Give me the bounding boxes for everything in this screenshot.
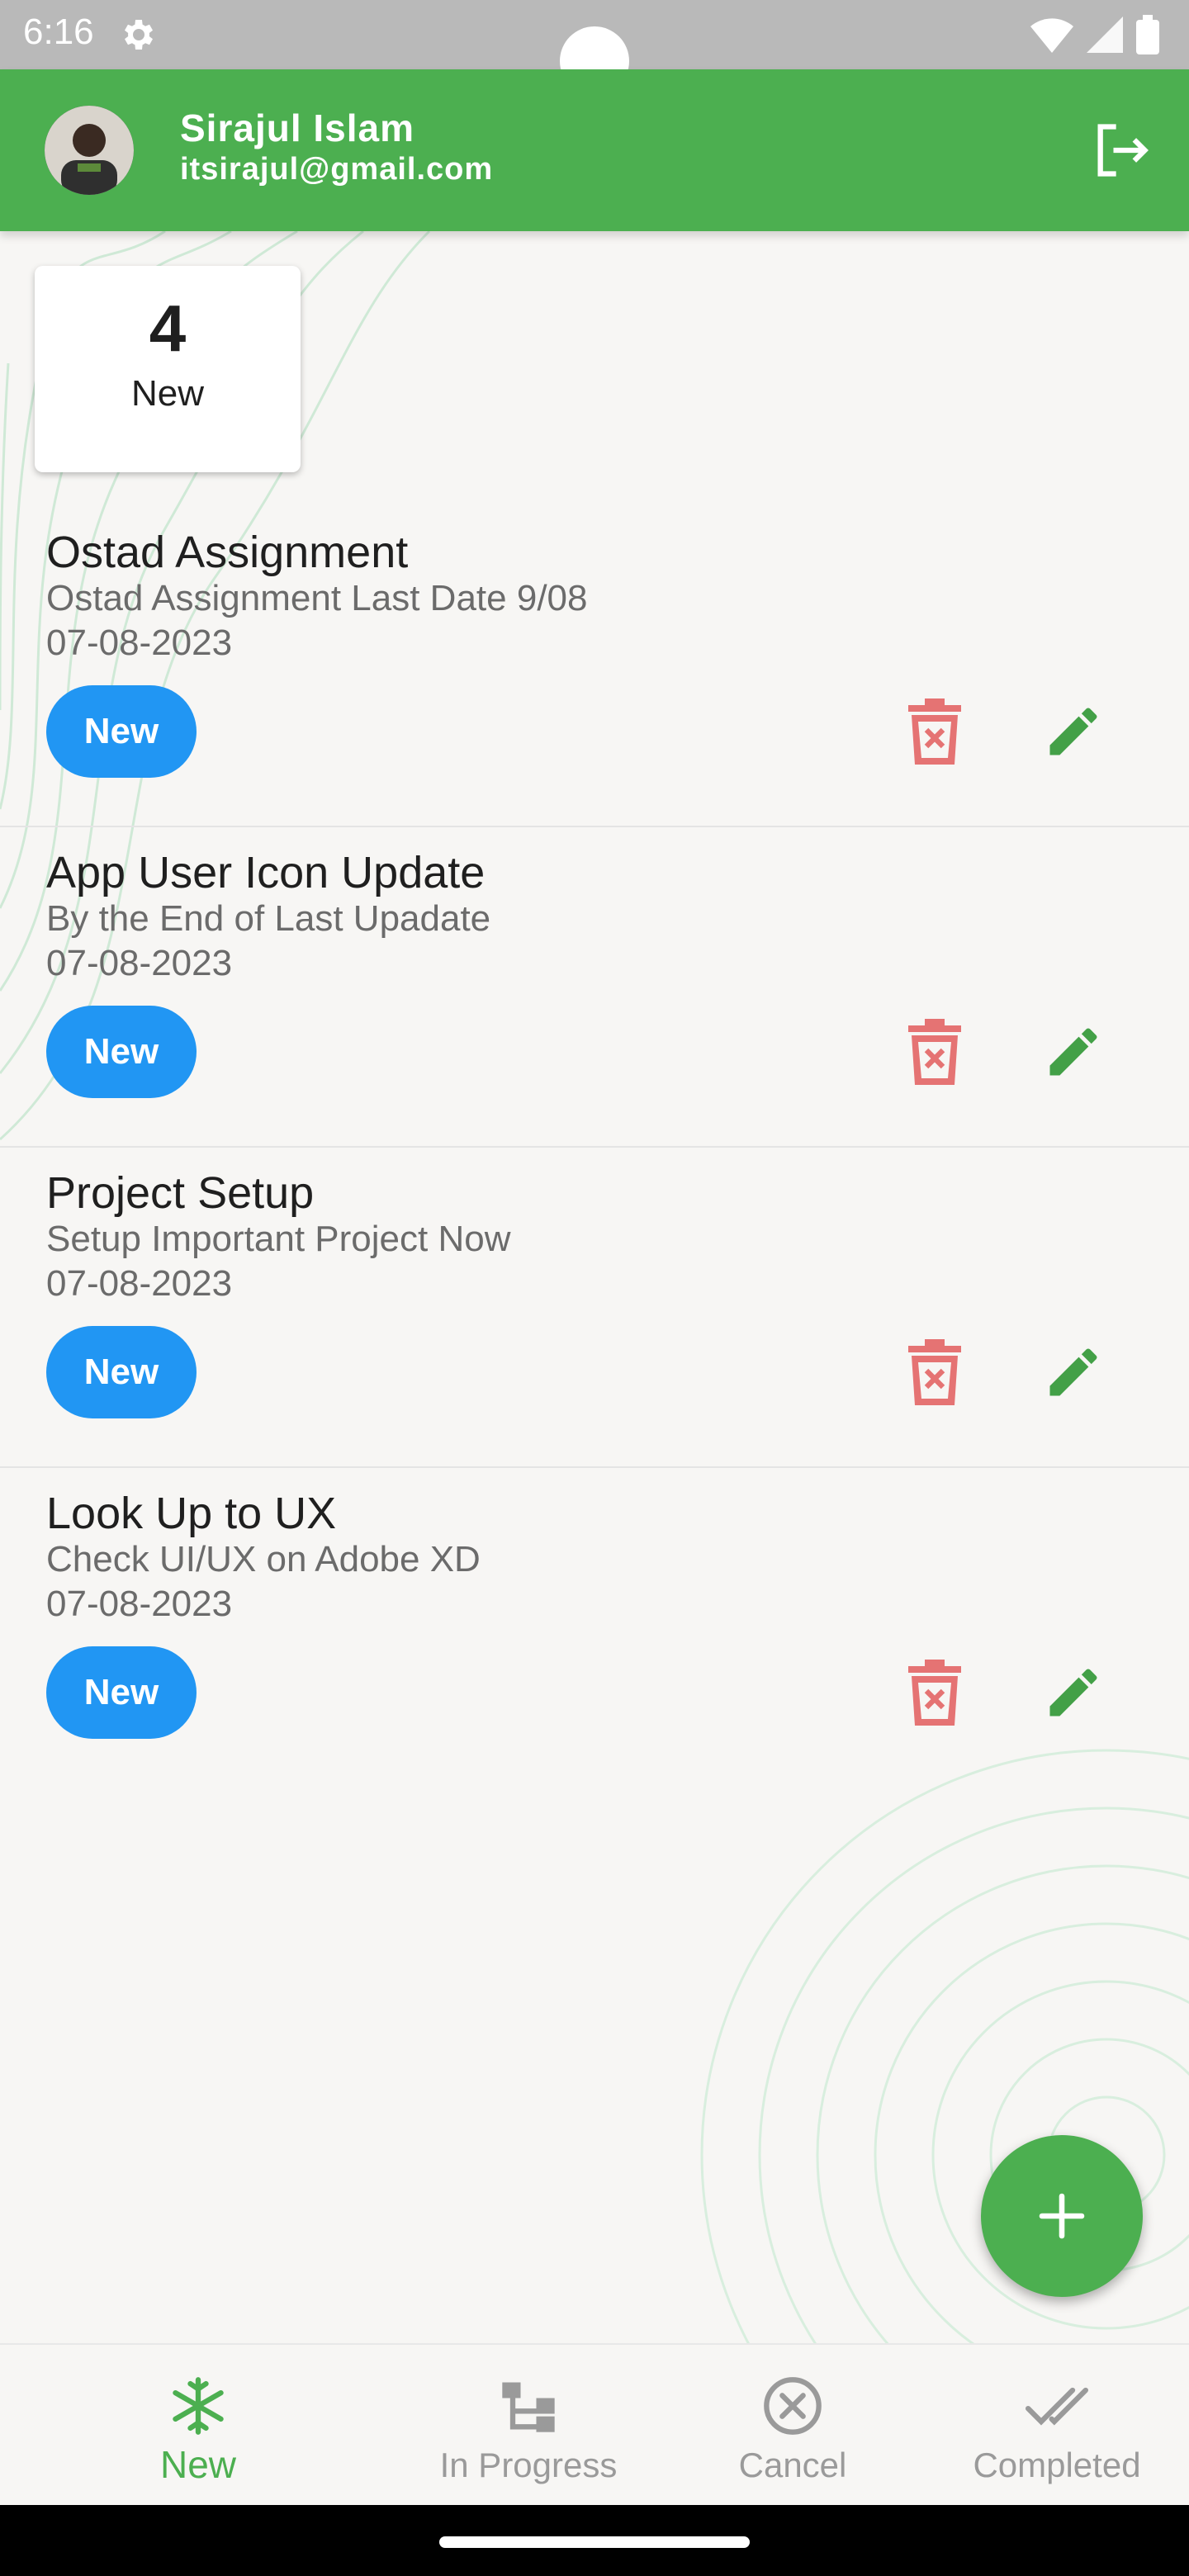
add-task-button[interactable] xyxy=(981,2135,1143,2297)
wifi-icon xyxy=(1030,18,1073,53)
task-item[interactable]: App User Icon Update By the End of Last … xyxy=(0,827,1189,1148)
status-time: 6:16 xyxy=(23,12,94,52)
user-email: itsirajul@gmail.com xyxy=(180,152,494,187)
status-badge[interactable]: New xyxy=(46,1006,197,1098)
task-date: 07-08-2023 xyxy=(46,623,233,663)
bottom-navigation: New In Progress Cancel Completed xyxy=(0,2343,1189,2507)
task-item[interactable]: Project Setup Setup Important Project No… xyxy=(0,1148,1189,1468)
nav-label: In Progress xyxy=(439,2446,618,2484)
gear-icon xyxy=(125,20,153,50)
battery-icon xyxy=(1136,15,1159,54)
delete-icon[interactable] xyxy=(908,1019,961,1085)
snowflake-icon xyxy=(173,2377,224,2435)
task-description: Ostad Assignment Last Date 9/08 xyxy=(46,578,588,618)
summary-card-new[interactable]: 4 New xyxy=(35,266,301,472)
delete-icon[interactable] xyxy=(908,1660,961,1726)
signal-icon xyxy=(1087,17,1123,53)
plus-icon xyxy=(1039,2193,1085,2239)
task-description: By the End of Last Upadate xyxy=(46,898,491,939)
task-title: App User Icon Update xyxy=(46,848,486,897)
nav-item-completed[interactable]: Completed xyxy=(958,2345,1156,2507)
user-name: Sirajul Islam xyxy=(180,107,415,149)
nav-label: Completed xyxy=(973,2446,1141,2484)
task-description: Check UI/UX on Adobe XD xyxy=(46,1539,481,1579)
edit-icon[interactable] xyxy=(1042,1341,1105,1404)
delete-icon[interactable] xyxy=(908,1339,961,1405)
logout-icon[interactable] xyxy=(1090,119,1153,182)
task-date: 07-08-2023 xyxy=(46,943,233,983)
task-item[interactable]: Look Up to UX Check UI/UX on Adobe XD 07… xyxy=(0,1468,1189,1788)
double-check-icon xyxy=(1026,2387,1088,2426)
task-description: Setup Important Project Now xyxy=(46,1219,511,1259)
edit-icon[interactable] xyxy=(1042,1020,1105,1083)
system-navigation-bar xyxy=(0,2505,1189,2576)
task-item[interactable]: Ostad Assignment Ostad Assignment Last D… xyxy=(0,507,1189,827)
nav-item-in-progress[interactable]: In Progress xyxy=(429,2345,628,2507)
avatar[interactable] xyxy=(45,106,134,195)
status-badge[interactable]: New xyxy=(46,685,197,778)
summary-label: New xyxy=(130,373,205,414)
status-badge[interactable]: New xyxy=(46,1326,197,1418)
cancel-circle-icon xyxy=(764,2377,822,2435)
delete-icon[interactable] xyxy=(908,698,961,765)
nav-item-new[interactable]: New xyxy=(116,2345,281,2507)
task-title: Project Setup xyxy=(46,1168,315,1218)
nav-label: New xyxy=(159,2443,237,2486)
user-photo xyxy=(45,106,134,195)
task-date: 07-08-2023 xyxy=(46,1584,233,1624)
nav-label: Cancel xyxy=(738,2446,847,2484)
edit-icon[interactable] xyxy=(1042,1661,1105,1724)
task-title: Ostad Assignment xyxy=(46,528,409,577)
nav-item-cancel[interactable]: Cancel xyxy=(710,2345,875,2507)
home-indicator[interactable] xyxy=(439,2536,750,2548)
edit-icon[interactable] xyxy=(1042,700,1105,763)
summary-count: 4 xyxy=(149,291,187,365)
status-badge[interactable]: New xyxy=(46,1646,197,1739)
hierarchy-icon xyxy=(502,2382,555,2432)
task-title: Look Up to UX xyxy=(46,1489,337,1538)
app-bar: Sirajul Islam itsirajul@gmail.com xyxy=(0,69,1189,231)
task-date: 07-08-2023 xyxy=(46,1263,233,1304)
